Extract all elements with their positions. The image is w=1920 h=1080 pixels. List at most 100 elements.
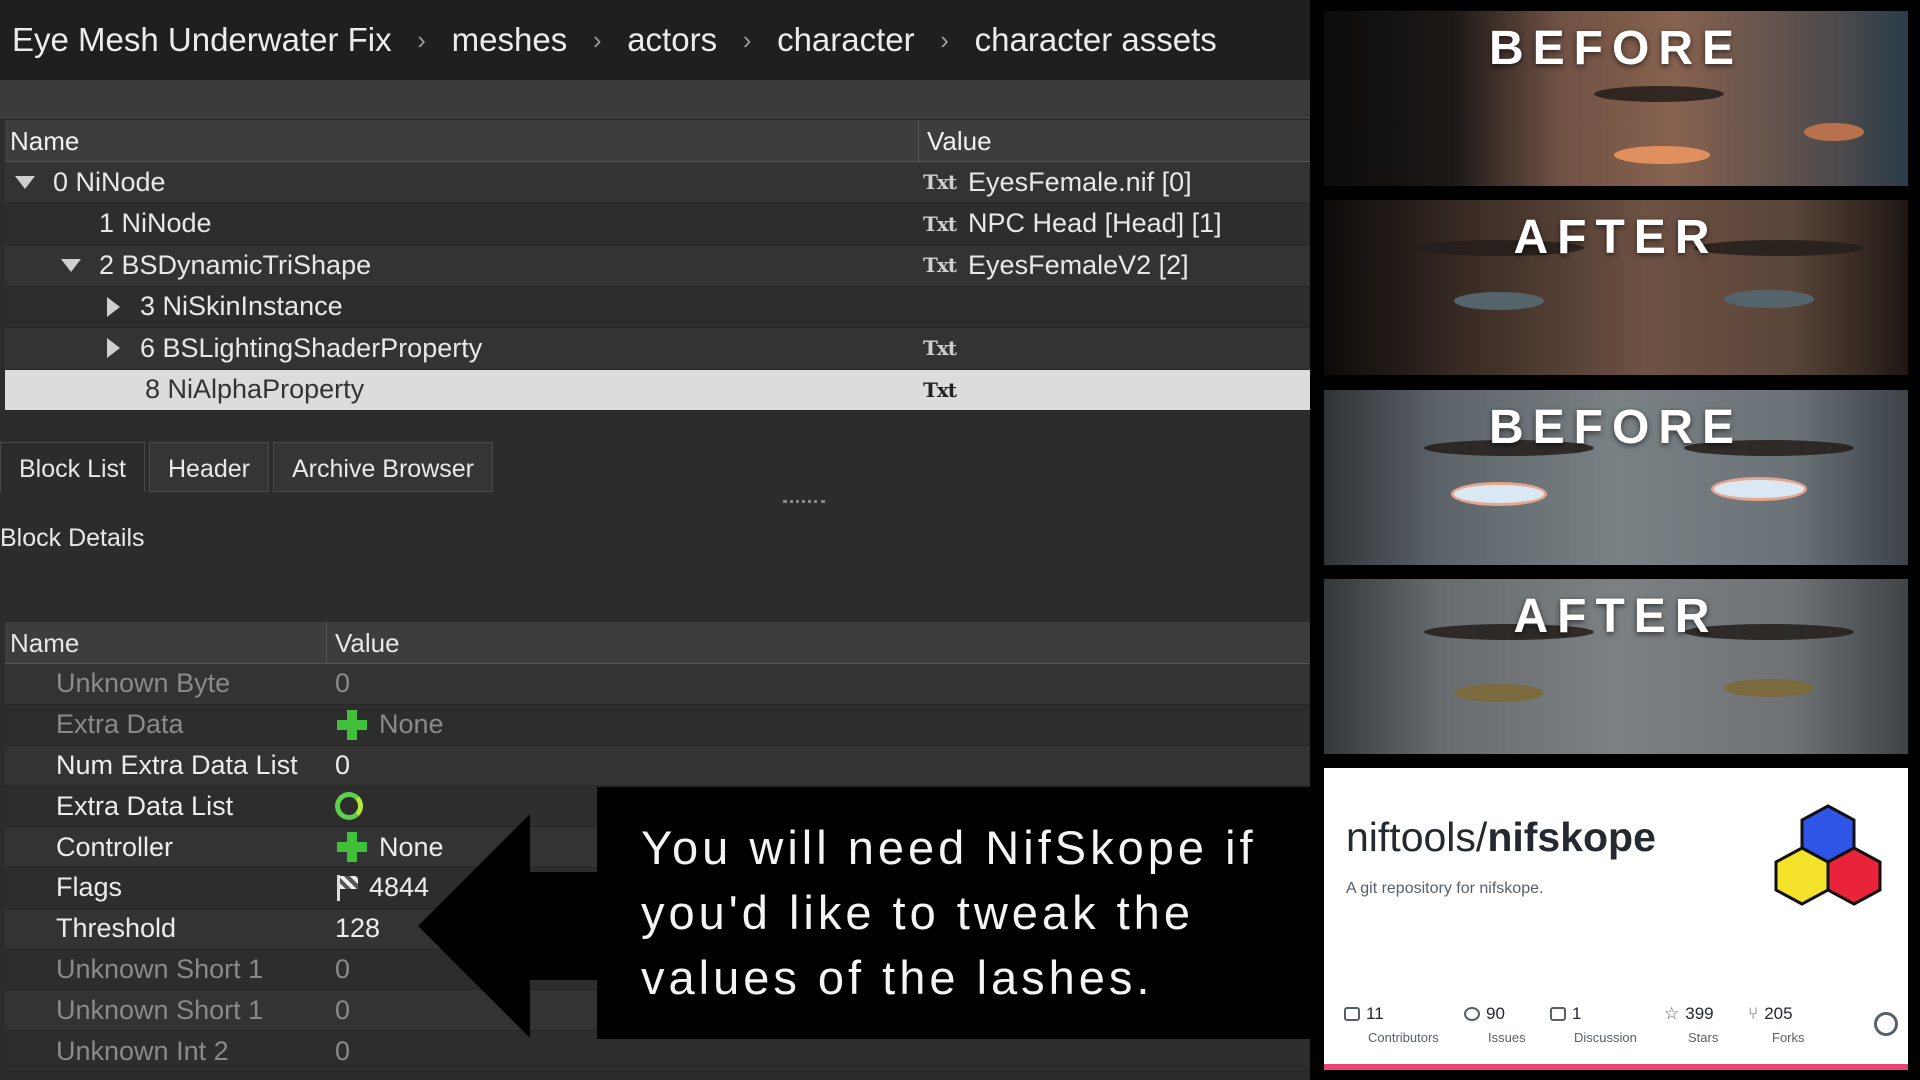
- tree-row-label: 1 NiNode: [99, 208, 212, 239]
- block-details-title: Block Details: [0, 524, 145, 552]
- detail-field-value-cell[interactable]: 0: [327, 750, 1310, 781]
- txt-icon: Txt: [923, 377, 957, 402]
- detail-row[interactable]: Extra Data None: [5, 704, 1310, 746]
- detail-field-value-cell[interactable]: 0: [327, 1036, 1310, 1067]
- tree-row[interactable]: 6 BSLightingShaderProperty Txt: [5, 328, 1310, 370]
- right-panel: BEFORE AFTER BEFORE AFTER niftools/nifsk…: [1310, 0, 1920, 1080]
- breadcrumb-item[interactable]: Eye Mesh Underwater Fix: [12, 21, 392, 59]
- eye: [1454, 684, 1544, 702]
- stat-count: 399: [1685, 1004, 1714, 1023]
- chevron-right-icon: ›: [742, 24, 752, 55]
- tree-row-value: EyesFemale.nif [0]: [968, 166, 1192, 197]
- fork-icon: ⑂: [1748, 1004, 1759, 1023]
- detail-field-name: Unknown Short 1: [56, 953, 264, 984]
- stat-discussion[interactable]: 1 Discussion: [1550, 1004, 1664, 1045]
- detail-field-name: Unknown Byte: [56, 668, 231, 699]
- expand-down-icon[interactable]: [15, 175, 35, 189]
- refresh-icon[interactable]: [335, 792, 363, 821]
- splitter-handle[interactable]: [783, 500, 825, 504]
- detail-row[interactable]: Num Extra Data List 0: [5, 745, 1310, 787]
- tree-row[interactable]: 0 NiNode Txt EyesFemale.nif [0]: [5, 162, 1310, 204]
- breadcrumb: Eye Mesh Underwater Fix › meshes › actor…: [0, 0, 1310, 80]
- tree-row[interactable]: 3 NiSkinInstance: [5, 286, 1310, 328]
- detail-row[interactable]: Unknown Byte 0: [5, 664, 1310, 705]
- txt-icon: Txt: [923, 211, 957, 236]
- tree-row[interactable]: 8 NiAlphaProperty Txt: [5, 369, 1310, 411]
- detail-field-name: Extra Data List: [56, 790, 234, 821]
- flag-icon[interactable]: [335, 874, 361, 901]
- eye: [1714, 480, 1804, 498]
- chevron-right-icon: ›: [592, 24, 602, 55]
- stat-issues[interactable]: 90 Issues: [1464, 1004, 1550, 1045]
- expand-right-icon[interactable]: [107, 338, 120, 359]
- tree-row-name-cell: 1 NiNode: [5, 204, 919, 245]
- detail-field-name: Threshold: [56, 913, 177, 944]
- comparison-image-after: AFTER: [1324, 579, 1908, 754]
- arrow-left-icon: [418, 814, 618, 1038]
- stat-count: 90: [1486, 1004, 1505, 1023]
- repo-title[interactable]: niftools/nifskope: [1346, 814, 1656, 861]
- plus-icon[interactable]: [335, 830, 369, 864]
- stat-contributors[interactable]: 11 Contributors: [1344, 1004, 1464, 1045]
- github-icon[interactable]: [1874, 1012, 1898, 1036]
- detail-field-value: None: [379, 709, 444, 740]
- detail-field-value: 0: [335, 994, 351, 1025]
- tree-row-value-cell: Txt EyesFemaleV2 [2]: [919, 245, 1310, 286]
- discussion-icon: [1550, 1007, 1566, 1021]
- plus-icon[interactable]: [335, 708, 369, 742]
- repo-name: nifskope: [1487, 814, 1656, 860]
- column-header-name[interactable]: Name: [5, 120, 919, 161]
- column-header-name[interactable]: Name: [5, 622, 327, 663]
- expand-down-icon[interactable]: [61, 258, 81, 272]
- tree-row-value-cell: Txt NPC Head [Head] [1]: [919, 204, 1310, 245]
- comparison-label: BEFORE: [1488, 401, 1743, 454]
- breadcrumb-item[interactable]: character: [777, 21, 915, 59]
- stat-label: Issues: [1488, 1030, 1526, 1045]
- star-icon: ☆: [1664, 1004, 1680, 1023]
- detail-field-value: 0: [335, 749, 351, 780]
- eyebrow: [1594, 86, 1724, 102]
- callout-text: You will need NifSkope if you'd like to …: [641, 821, 1257, 1004]
- stat-forks[interactable]: ⑂ 205 Forks: [1748, 1004, 1838, 1045]
- txt-icon: Txt: [923, 170, 957, 195]
- tree-header: Name Value: [5, 120, 1310, 162]
- expand-right-icon[interactable]: [107, 296, 120, 317]
- stat-label: Contributors: [1368, 1030, 1439, 1045]
- detail-field-name: Num Extra Data List: [56, 749, 298, 780]
- block-tree[interactable]: Name Value 0 NiNode Txt EyesFemale.nif [0]…: [5, 120, 1310, 415]
- eye: [1614, 146, 1710, 164]
- detail-field-value: 128: [335, 913, 381, 944]
- column-header-value[interactable]: Value: [919, 120, 1310, 161]
- detail-field-value: 0: [335, 1035, 351, 1066]
- detail-field-value-cell[interactable]: None: [327, 708, 1310, 742]
- stat-label: Stars: [1688, 1030, 1719, 1045]
- detail-field-name: Flags: [56, 872, 123, 903]
- tree-row-label: 2 BSDynamicTriShape: [99, 249, 372, 280]
- tab-archive-browser[interactable]: Archive Browser: [272, 442, 493, 492]
- stat-count: 1: [1572, 1004, 1582, 1023]
- comparison-label: BEFORE: [1488, 22, 1743, 75]
- tree-row[interactable]: 2 BSDynamicTriShape Txt EyesFemaleV2 [2]: [5, 245, 1310, 287]
- tree-row-label: 6 BSLightingShaderProperty: [140, 332, 483, 363]
- detail-field-value: 0: [335, 668, 351, 699]
- issue-icon: [1464, 1007, 1480, 1021]
- breadcrumb-item[interactable]: character assets: [975, 21, 1217, 59]
- repo-owner: niftools/: [1346, 814, 1488, 860]
- stat-stars[interactable]: ☆ 399 Stars: [1664, 1004, 1748, 1045]
- github-repo-card[interactable]: niftools/nifskope A git repository for n…: [1324, 768, 1908, 1070]
- breadcrumb-item[interactable]: actors: [627, 21, 717, 59]
- stat-label: Discussion: [1574, 1030, 1637, 1045]
- comparison-image-before: BEFORE: [1324, 11, 1908, 186]
- tree-row-value: EyesFemaleV2 [2]: [968, 249, 1189, 280]
- tree-row-name-cell: 2 BSDynamicTriShape: [5, 245, 919, 286]
- column-header-value[interactable]: Value: [327, 622, 1310, 663]
- detail-field-value-cell[interactable]: 0: [327, 668, 1310, 699]
- eye: [1454, 485, 1544, 503]
- tree-row[interactable]: 1 NiNode Txt NPC Head [Head] [1]: [5, 203, 1310, 245]
- breadcrumb-item[interactable]: meshes: [452, 21, 568, 59]
- tree-row-name-cell: 0 NiNode: [5, 162, 919, 203]
- tree-row-value-cell: Txt: [919, 328, 1310, 369]
- details-header: Name Value: [5, 622, 1310, 664]
- tab-header[interactable]: Header: [148, 442, 269, 492]
- tab-block-list[interactable]: Block List: [0, 442, 145, 492]
